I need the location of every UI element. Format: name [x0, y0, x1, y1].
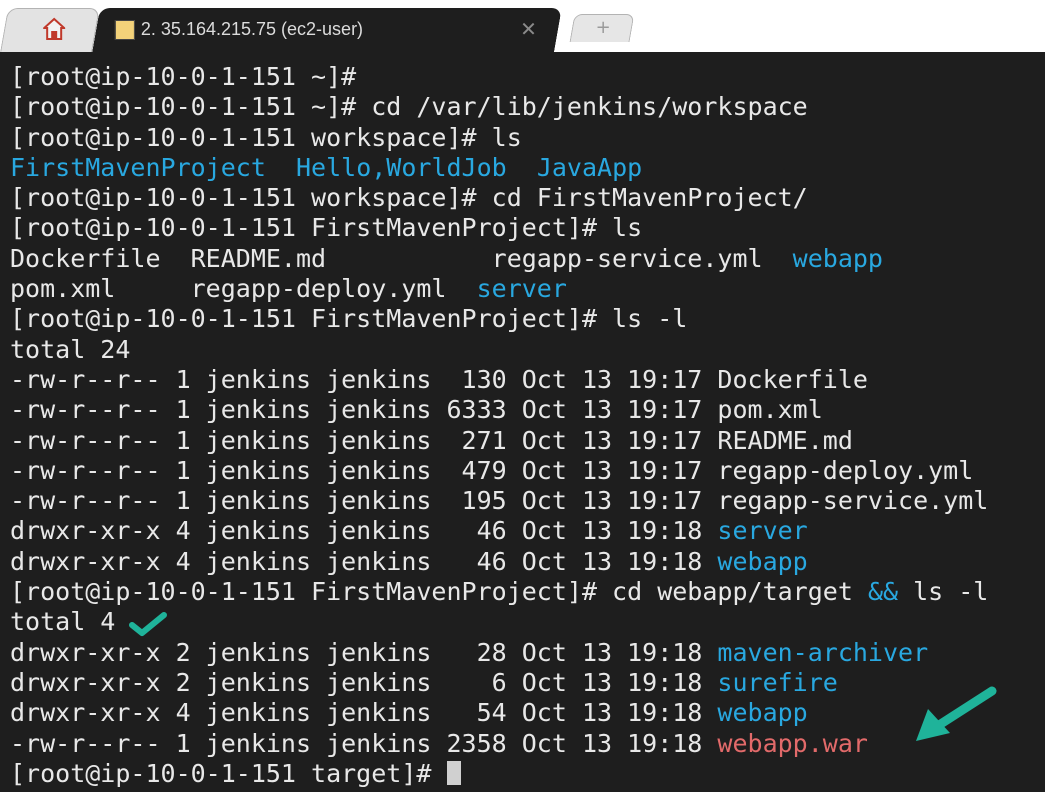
terminal-text: [root@ip-10-0-1-151 FirstMavenProject]# … [10, 213, 643, 243]
terminal-line: -rw-r--r-- 1 jenkins jenkins 6333 Oct 13… [10, 395, 988, 425]
tab-title: 2. 35.164.215.75 (ec2-user) [140, 19, 364, 39]
terminal-text: server [476, 274, 567, 304]
terminal-line: [root@ip-10-0-1-151 FirstMavenProject]# … [10, 577, 988, 607]
terminal-line: [root@ip-10-0-1-151 ~]# cd /var/lib/jenk… [10, 92, 988, 122]
terminal-text: surefire [717, 667, 838, 697]
terminal-line: drwxr-xr-x 4 jenkins jenkins 46 Oct 13 1… [10, 547, 988, 577]
terminal-text: webapp [717, 698, 808, 728]
terminal-line: -rw-r--r-- 1 jenkins jenkins 130 Oct 13 … [10, 365, 988, 395]
terminal-text: drwxr-xr-x 4 jenkins jenkins 46 Oct 13 1… [10, 516, 718, 546]
terminal-text: && [867, 577, 899, 607]
tab-bar: 2. 35.164.215.75 (ec2-user) ✕ + [0, 0, 1045, 52]
terminal-text: -rw-r--r-- 1 jenkins jenkins 195 Oct 13 … [10, 486, 989, 516]
terminal-text: total 24 [10, 334, 131, 364]
terminal-text: drwxr-xr-x 2 jenkins jenkins 6 Oct 13 19… [10, 667, 718, 697]
terminal-text: FirstMavenProject [10, 152, 266, 182]
terminal-line: -rw-r--r-- 1 jenkins jenkins 479 Oct 13 … [10, 456, 988, 486]
terminal-line: [root@ip-10-0-1-151 ~]# [10, 62, 988, 92]
terminal-line: total 24 [10, 335, 988, 365]
terminal-line: drwxr-xr-x 2 jenkins jenkins 28 Oct 13 1… [10, 638, 988, 668]
new-tab-button[interactable]: + [569, 14, 635, 42]
arrow-icon [916, 686, 997, 741]
terminal-text: Hello,WorldJob [295, 152, 507, 182]
terminal-line: Dockerfile README.md regapp-service.yml … [10, 244, 988, 274]
terminal-text: pom.xml regapp-deploy.yml [10, 274, 477, 304]
tab-session[interactable]: 2. 35.164.215.75 (ec2-user) ✕ [92, 8, 562, 52]
terminal-text: server [717, 516, 808, 546]
terminal-text: webapp [792, 243, 883, 273]
terminal-line: [root@ip-10-0-1-151 FirstMavenProject]# … [10, 304, 988, 334]
terminal-text: maven-archiver [717, 637, 929, 667]
terminal-line: [root@ip-10-0-1-151 workspace]# ls [10, 123, 988, 153]
terminal-line: FirstMavenProject Hello,WorldJob JavaApp [10, 153, 988, 183]
terminal-text: drwxr-xr-x 2 jenkins jenkins 28 Oct 13 1… [10, 637, 718, 667]
terminal-text: [root@ip-10-0-1-151 ~]# [10, 62, 357, 91]
terminal-text: JavaApp [536, 152, 643, 182]
close-icon[interactable]: ✕ [520, 17, 537, 41]
terminal-line: drwxr-xr-x 2 jenkins jenkins 6 Oct 13 19… [10, 668, 988, 698]
terminal-text: [root@ip-10-0-1-151 FirstMavenProject]# … [10, 304, 688, 334]
home-icon [43, 17, 66, 40]
terminal-text: -rw-r--r-- 1 jenkins jenkins 479 Oct 13 … [10, 455, 974, 485]
terminal-text: [root@ip-10-0-1-151 workspace]# ls [10, 122, 522, 152]
terminal-text: drwxr-xr-x 4 jenkins jenkins 46 Oct 13 1… [10, 546, 718, 576]
terminal-line: [root@ip-10-0-1-151 target]# [10, 759, 988, 789]
terminal-line: -rw-r--r-- 1 jenkins jenkins 2358 Oct 13… [10, 729, 988, 759]
checkmark-icon [129, 612, 167, 636]
terminal-line: -rw-r--r-- 1 jenkins jenkins 195 Oct 13 … [10, 486, 988, 516]
terminal-text: -rw-r--r-- 1 jenkins jenkins 271 Oct 13 … [10, 425, 853, 455]
terminal-line: -rw-r--r-- 1 jenkins jenkins 271 Oct 13 … [10, 426, 988, 456]
terminal-line: [root@ip-10-0-1-151 workspace]# cd First… [10, 183, 988, 213]
terminal-text: total 4 [10, 607, 116, 637]
terminal-text: [root@ip-10-0-1-151 target]# [10, 758, 447, 788]
terminal-line: pom.xml regapp-deploy.yml server [10, 274, 988, 304]
terminal-line: [root@ip-10-0-1-151 FirstMavenProject]# … [10, 213, 988, 243]
terminal-text: -rw-r--r-- 1 jenkins jenkins 2358 Oct 13… [10, 728, 718, 758]
terminal-cursor [446, 760, 461, 785]
terminal-text: -rw-r--r-- 1 jenkins jenkins 130 Oct 13 … [10, 364, 868, 394]
tab-home[interactable] [0, 8, 100, 52]
terminal-text: [root@ip-10-0-1-151 ~]# cd /var/lib/jenk… [10, 92, 808, 122]
terminal-output: [root@ip-10-0-1-151 ~]# [root@ip-10-0-1-1… [10, 62, 988, 789]
terminal-text: webapp.war [717, 728, 868, 758]
terminal-line: drwxr-xr-x 4 jenkins jenkins 54 Oct 13 1… [10, 698, 988, 728]
terminal-text: Dockerfile README.md regapp-service.yml [10, 243, 793, 273]
terminal-text: [root@ip-10-0-1-151 workspace]# cd First… [10, 183, 808, 213]
terminal-text: webapp [717, 546, 808, 576]
terminal-line: drwxr-xr-x 4 jenkins jenkins 46 Oct 13 1… [10, 516, 988, 546]
terminal-text: ls -l [898, 577, 989, 607]
terminal-view[interactable]: [root@ip-10-0-1-151 ~]# [root@ip-10-0-1-1… [0, 52, 1045, 792]
terminal-text: [root@ip-10-0-1-151 FirstMavenProject]# … [10, 577, 868, 607]
plus-icon: + [595, 17, 611, 38]
terminal-text: -rw-r--r-- 1 jenkins jenkins 6333 Oct 13… [10, 395, 823, 425]
session-key-icon [114, 20, 135, 40]
terminal-text: drwxr-xr-x 4 jenkins jenkins 54 Oct 13 1… [10, 698, 718, 728]
